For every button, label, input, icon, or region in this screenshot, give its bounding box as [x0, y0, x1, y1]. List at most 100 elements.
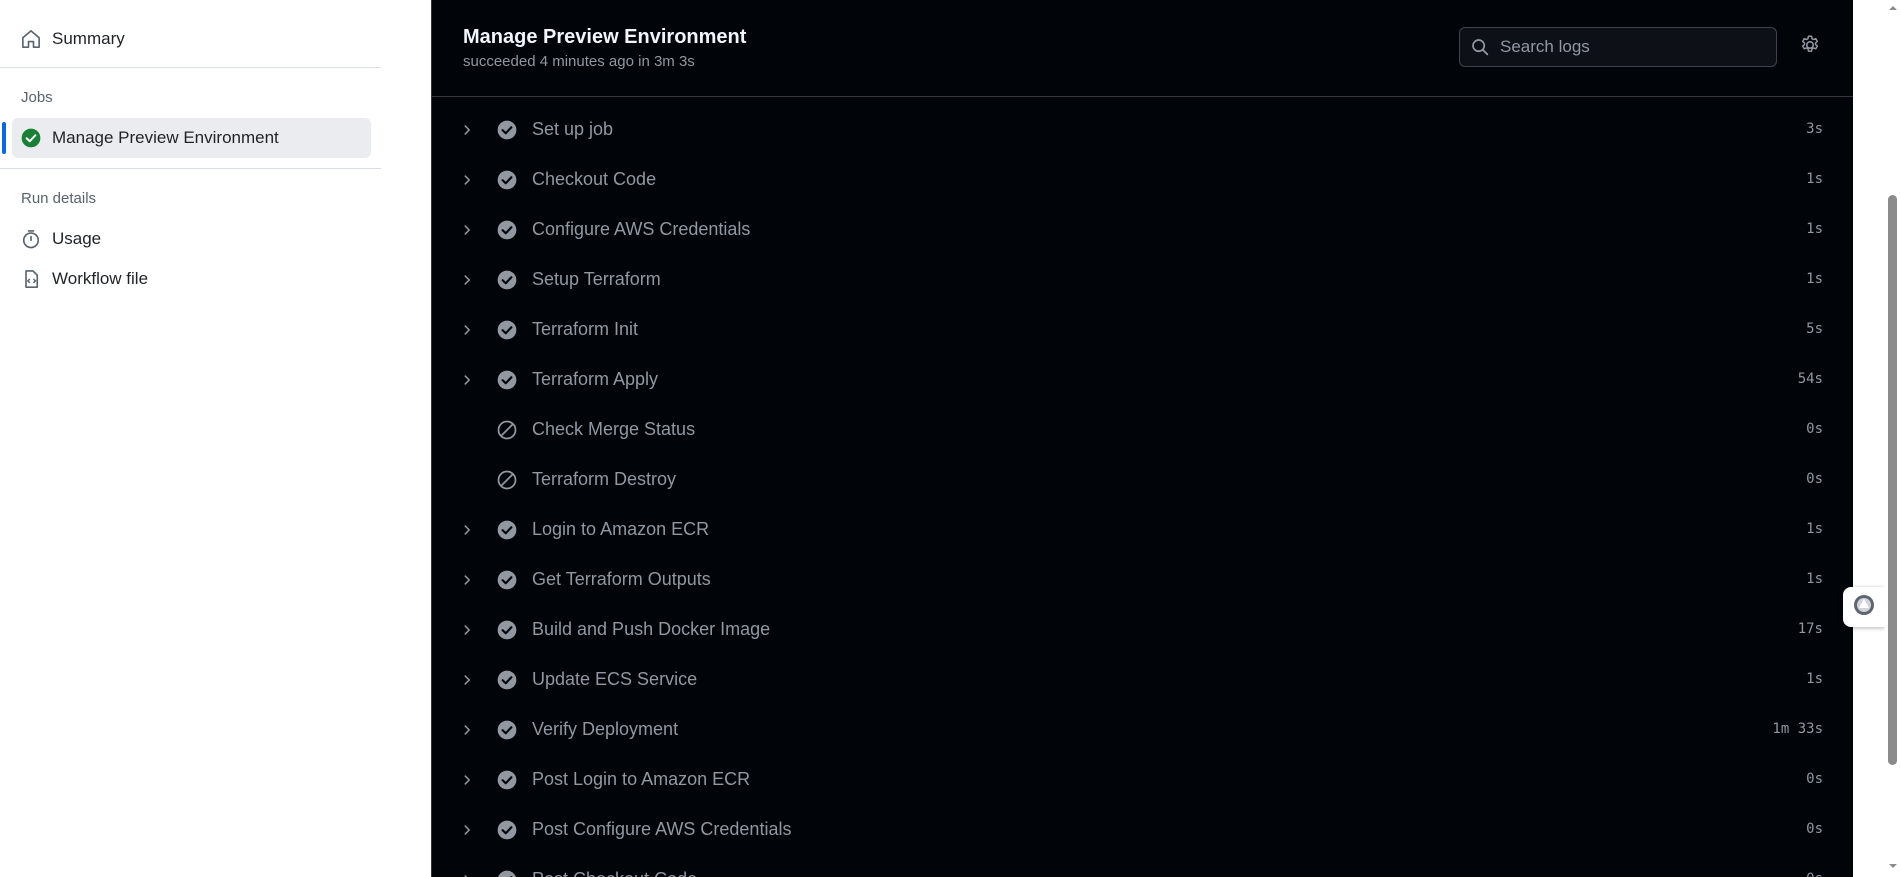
sidebar-item-job-manage-preview-environment[interactable]: Manage Preview Environment	[12, 118, 371, 158]
search-icon	[1470, 37, 1490, 57]
step-name: Checkout Code	[532, 169, 657, 189]
scroll-down-arrow-icon[interactable]	[1889, 862, 1897, 870]
chevron-right-icon[interactable]	[457, 670, 477, 690]
step-row[interactable]: Terraform Init 5s	[432, 305, 1853, 355]
check-circle-fill-icon	[20, 127, 42, 149]
check-circle-fill-icon	[496, 519, 518, 541]
check-circle-fill-icon	[496, 719, 518, 741]
step-row[interactable]: Post Configure AWS Credentials 0s	[432, 805, 1853, 855]
step-row[interactable]: Terraform Destroy 0s	[432, 455, 1853, 505]
step-name: Get Terraform Outputs	[532, 569, 711, 589]
sidebar-item-summary-label: Summary	[52, 29, 125, 48]
skip-icon	[496, 469, 518, 491]
step-row[interactable]: Post Checkout Code 0s	[432, 855, 1853, 877]
step-name: Post Login to Amazon ECR	[532, 769, 751, 789]
scroll-up-arrow-icon[interactable]	[1889, 4, 1897, 12]
chevron-right-icon[interactable]	[457, 270, 477, 290]
check-circle-fill-icon	[496, 269, 518, 291]
sidebar-divider	[0, 67, 381, 68]
step-row[interactable]: Verify Deployment 1m 33s	[432, 705, 1853, 755]
sidebar-item-workflow-file[interactable]: Workflow file	[12, 259, 371, 299]
step-name: Check Merge Status	[532, 419, 696, 439]
gear-icon	[1799, 34, 1821, 61]
sidebar-divider	[0, 168, 381, 169]
step-duration: 1s	[1806, 221, 1823, 237]
search-logs-box[interactable]	[1459, 27, 1777, 67]
chevron-right-icon[interactable]	[457, 320, 477, 340]
step-duration: 0s	[1806, 821, 1823, 837]
step-duration: 0s	[1806, 421, 1823, 437]
step-row[interactable]: Checkout Code 1s	[432, 155, 1853, 205]
step-row[interactable]: Set up job 3s	[432, 105, 1853, 155]
step-name: Verify Deployment	[532, 719, 679, 739]
job-log-panel: Manage Preview Environment succeeded 4 m…	[431, 0, 1853, 877]
skip-icon	[496, 419, 518, 441]
step-name: Terraform Apply	[532, 369, 659, 389]
step-name: Setup Terraform	[532, 269, 661, 289]
chevron-right-icon[interactable]	[457, 570, 477, 590]
search-logs-input[interactable]	[1498, 36, 1762, 58]
step-name: Set up job	[532, 119, 614, 139]
scrollbar-thumb[interactable]	[1888, 195, 1897, 765]
check-circle-fill-icon	[496, 369, 518, 391]
floating-assistant-button[interactable]	[1843, 587, 1885, 627]
step-duration: 1s	[1806, 171, 1823, 187]
check-circle-fill-icon	[496, 319, 518, 341]
job-title: Manage Preview Environment	[463, 26, 747, 48]
check-circle-fill-icon	[496, 819, 518, 841]
chevron-right-icon[interactable]	[457, 770, 477, 790]
copilot-icon	[1852, 593, 1876, 622]
sidebar-item-usage[interactable]: Usage	[12, 219, 371, 259]
step-duration: 1s	[1806, 521, 1823, 537]
check-circle-fill-icon	[496, 619, 518, 641]
step-row[interactable]: Setup Terraform 1s	[432, 255, 1853, 305]
check-circle-fill-icon	[496, 119, 518, 141]
sidebar-item-usage-label: Usage	[52, 229, 102, 248]
step-duration: 0s	[1806, 471, 1823, 487]
chevron-right-icon[interactable]	[457, 620, 477, 640]
step-name: Terraform Destroy	[532, 469, 677, 489]
step-duration: 1s	[1806, 271, 1823, 287]
step-name: Post Configure AWS Credentials	[532, 819, 792, 839]
step-row[interactable]: Check Merge Status 0s	[432, 405, 1853, 455]
chevron-right-icon[interactable]	[457, 870, 477, 877]
chevron-right-icon[interactable]	[457, 720, 477, 740]
chevron-right-icon[interactable]	[457, 820, 477, 840]
step-name: Login to Amazon ECR	[532, 519, 710, 539]
chevron-right-icon[interactable]	[457, 220, 477, 240]
step-name: Post Checkout Code	[532, 869, 697, 877]
step-duration: 3s	[1806, 121, 1823, 137]
step-duration: 0s	[1806, 871, 1823, 877]
chevron-right-icon[interactable]	[457, 170, 477, 190]
jobs-heading: Jobs	[21, 89, 53, 106]
job-header: Manage Preview Environment succeeded 4 m…	[432, 0, 1853, 97]
file-code-icon	[20, 268, 42, 290]
check-circle-fill-icon	[496, 169, 518, 191]
step-row[interactable]: Update ECS Service 1s	[432, 655, 1853, 705]
chevron-right-icon[interactable]	[457, 120, 477, 140]
step-row[interactable]: Configure AWS Credentials 1s	[432, 205, 1853, 255]
job-status-text: succeeded 4 minutes ago in 3m 3s	[463, 53, 695, 70]
check-circle-fill-icon	[496, 569, 518, 591]
step-row[interactable]: Get Terraform Outputs 1s	[432, 555, 1853, 605]
step-row[interactable]: Terraform Apply 54s	[432, 355, 1853, 405]
sidebar-item-job-label: Manage Preview Environment	[52, 128, 279, 147]
step-row[interactable]: Post Login to Amazon ECR 0s	[432, 755, 1853, 805]
settings-button[interactable]	[1797, 34, 1823, 60]
home-icon	[20, 28, 42, 50]
step-duration: 54s	[1797, 371, 1823, 387]
sidebar-item-summary[interactable]: Summary	[12, 19, 371, 59]
chevron-right-icon[interactable]	[457, 370, 477, 390]
active-indicator	[2, 122, 6, 154]
step-row[interactable]: Login to Amazon ECR 1s	[432, 505, 1853, 555]
step-duration: 1s	[1806, 671, 1823, 687]
steps-list: Set up job 3s Checkout Code 1s Configure AWS…	[432, 105, 1853, 877]
step-name: Update ECS Service	[532, 669, 698, 689]
check-circle-fill-icon	[496, 669, 518, 691]
page-scrollbar[interactable]	[1885, 0, 1901, 877]
sidebar-item-workflow-file-label: Workflow file	[52, 269, 149, 288]
step-duration: 1s	[1806, 571, 1823, 587]
workflow-run-page: Summary Jobs Manage Preview Environment …	[0, 0, 1901, 877]
step-row[interactable]: Build and Push Docker Image 17s	[432, 605, 1853, 655]
chevron-right-icon[interactable]	[457, 520, 477, 540]
